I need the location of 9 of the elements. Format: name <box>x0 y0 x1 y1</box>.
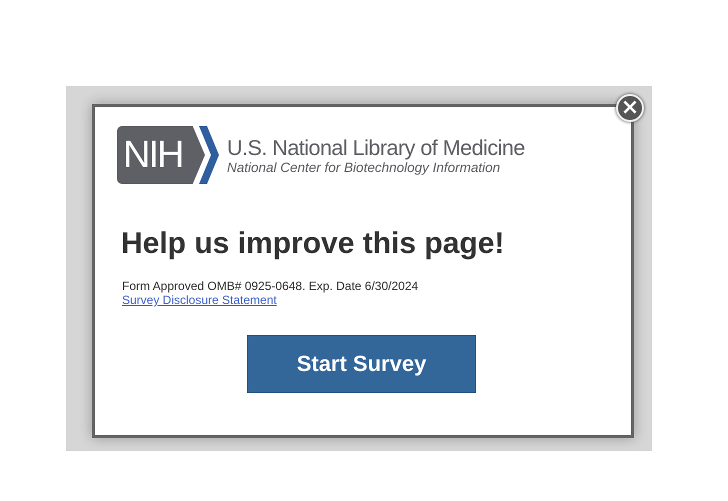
dialog-heading: Help us improve this page! <box>121 226 506 262</box>
logo-badge: NIH <box>117 126 205 184</box>
logo-subtitle: National Center for Biotechnology Information <box>227 160 502 176</box>
form-note: Form Approved OMB# 0925-0648. Exp. Date 6/30/2024 <box>122 279 420 293</box>
logo-title: U.S. National Library of Medicine <box>227 136 525 160</box>
close-button[interactable]: × <box>616 94 644 122</box>
disclosure-link[interactable]: Survey Disclosure Statement <box>122 293 277 308</box>
chevron-icon <box>199 126 219 184</box>
start-survey-button[interactable]: Start Survey <box>247 335 476 393</box>
